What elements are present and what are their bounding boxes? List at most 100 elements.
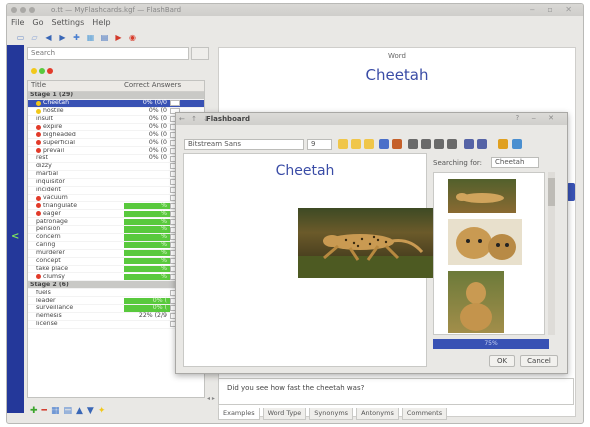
- yellow-flag-icon: [36, 100, 41, 106]
- yellow-flag-icon: [36, 108, 41, 114]
- new-doc-icon[interactable]: ▭: [15, 33, 26, 44]
- tab-comments[interactable]: Comments: [401, 408, 448, 420]
- thumb-cheetah-sitting[interactable]: [448, 271, 504, 333]
- text-style-icon[interactable]: [477, 139, 487, 149]
- menu-settings[interactable]: Settings: [51, 18, 84, 27]
- ok-button[interactable]: OK: [489, 355, 515, 367]
- main-toolbar: ▭ ▱ ◀ ▶ ✚ ▦ ▤ ▶ ◉: [7, 30, 583, 46]
- move-up-icon[interactable]: ▲: [76, 406, 83, 416]
- deck-list-header: Title Correct Answers: [28, 81, 204, 92]
- move-down-icon[interactable]: ▼: [87, 406, 94, 416]
- red-flag-icon: [36, 124, 41, 130]
- menu-file[interactable]: File: [11, 18, 24, 27]
- deck-group-row[interactable]: Stage 1 (29): [28, 92, 204, 100]
- image-icon[interactable]: [379, 139, 389, 149]
- deck-row-label: caring: [36, 242, 56, 249]
- splitter-handle[interactable]: ◂ ▸: [207, 395, 215, 402]
- image-search-input[interactable]: Cheetah: [491, 157, 539, 168]
- deck-row-label: inquisitor: [36, 179, 65, 186]
- deck-row-label: vacuum: [43, 194, 68, 201]
- color-filter-bar[interactable]: [31, 66, 197, 76]
- deck-row-checkbox[interactable]: [170, 100, 180, 107]
- cancel-button[interactable]: Cancel: [520, 355, 558, 367]
- green-filter-icon[interactable]: [39, 68, 45, 74]
- deck-row-label: concern: [36, 234, 61, 241]
- deck-row-name: patronage: [28, 219, 124, 225]
- deck-row-name: martial: [28, 171, 124, 177]
- bold-icon[interactable]: [338, 139, 348, 149]
- deck-row-label: nemesis: [36, 313, 62, 320]
- red-flag-icon: [36, 140, 41, 146]
- tab-antonyms[interactable]: Antonyms: [356, 408, 399, 420]
- results-scrollbar[interactable]: [548, 172, 555, 335]
- tab-examples[interactable]: Examples: [218, 408, 260, 420]
- grid-icon[interactable]: ▦: [85, 33, 96, 44]
- search-progress-bar: 75%: [433, 339, 549, 349]
- deck-row-label: leader: [36, 297, 56, 304]
- window-menu-icon[interactable]: [11, 7, 35, 13]
- deck-icon[interactable]: ▤: [99, 33, 110, 44]
- deck-row-answers: %: [124, 218, 170, 225]
- yellow-filter-icon[interactable]: [31, 68, 37, 74]
- font-select[interactable]: Bitstream Sans: [184, 139, 304, 150]
- underline-icon[interactable]: [364, 139, 374, 149]
- running-cheetah-image[interactable]: [298, 208, 444, 278]
- stack-icon[interactable]: ▤: [63, 406, 72, 416]
- add-card-icon[interactable]: ✚: [71, 33, 82, 44]
- thumb-cheetah-cub[interactable]: [448, 219, 522, 265]
- align-left-icon[interactable]: [408, 139, 418, 149]
- palette-icon[interactable]: [498, 139, 508, 149]
- tab-synonyms[interactable]: Synonyms: [309, 408, 354, 420]
- red-filter-icon[interactable]: [47, 68, 53, 74]
- deck-row-answers: 22% (2/9: [138, 312, 167, 320]
- header-answers[interactable]: Correct Answers: [124, 81, 204, 91]
- align-center-icon[interactable]: [421, 139, 431, 149]
- font-size-select[interactable]: 9: [307, 139, 332, 150]
- deck-row-name: hostile: [28, 108, 124, 114]
- deck-row-label: Stage 1 (29): [30, 92, 74, 99]
- window-title: o.tt — MyFlashcards.kgf — FlashBard: [51, 6, 182, 14]
- scroll-handle[interactable]: [567, 183, 575, 201]
- back-icon[interactable]: ◀: [43, 33, 54, 44]
- deck-row-name: dizzy: [28, 163, 124, 169]
- menu-help[interactable]: Help: [92, 18, 110, 27]
- tab-word-type[interactable]: Word Type: [262, 408, 307, 420]
- question-text[interactable]: Did you see how fast the cheetah was?: [218, 378, 574, 405]
- play-icon[interactable]: ▶: [113, 33, 124, 44]
- text-size-icon[interactable]: [464, 139, 474, 149]
- deck-row-name: murderer: [28, 250, 124, 256]
- deck-row-name: insult: [28, 116, 124, 122]
- color-icon[interactable]: [392, 139, 402, 149]
- lifebuoy-icon[interactable]: ◉: [127, 33, 138, 44]
- menu-go[interactable]: Go: [32, 18, 43, 27]
- star-icon[interactable]: ✦: [98, 406, 106, 416]
- deck-row-label: murderer: [36, 250, 65, 257]
- add-icon[interactable]: ✚: [30, 406, 38, 416]
- align-right-icon[interactable]: [434, 139, 444, 149]
- deck-icon[interactable]: ▦: [51, 406, 60, 416]
- deck-row-name: surveillance: [28, 305, 124, 311]
- open-icon[interactable]: ▱: [29, 33, 40, 44]
- thumb-cheetah-running[interactable]: [448, 179, 516, 213]
- image-results: [433, 172, 545, 335]
- forward-icon[interactable]: ▶: [57, 33, 68, 44]
- editor-word: Cheetah: [275, 163, 335, 179]
- search-clear-button[interactable]: [191, 47, 209, 60]
- dialog-window-controls[interactable]: ? ‒ ✕: [516, 114, 559, 122]
- header-title[interactable]: Title: [28, 81, 124, 91]
- search-input[interactable]: Search: [27, 47, 189, 60]
- deck-row-answers: %: [124, 249, 170, 257]
- justify-icon[interactable]: [447, 139, 457, 149]
- deck-row-label: dizzy: [36, 163, 52, 170]
- deck-row[interactable]: Cheetah 0% (0/0: [28, 100, 204, 108]
- deck-row-name: rest: [28, 155, 124, 161]
- deck-row-label: Cheetah: [43, 100, 69, 107]
- settings-icon[interactable]: [512, 139, 522, 149]
- window-controls[interactable]: ‒ ▫ ✕: [530, 5, 577, 14]
- collapse-arrow-icon[interactable]: <: [11, 231, 19, 242]
- deck-row-answers: %: [124, 242, 170, 249]
- italic-icon[interactable]: [351, 139, 361, 149]
- deck-row-name: license: [28, 321, 124, 327]
- remove-icon[interactable]: ━: [42, 406, 47, 416]
- deck-row-label: fuels: [36, 289, 51, 296]
